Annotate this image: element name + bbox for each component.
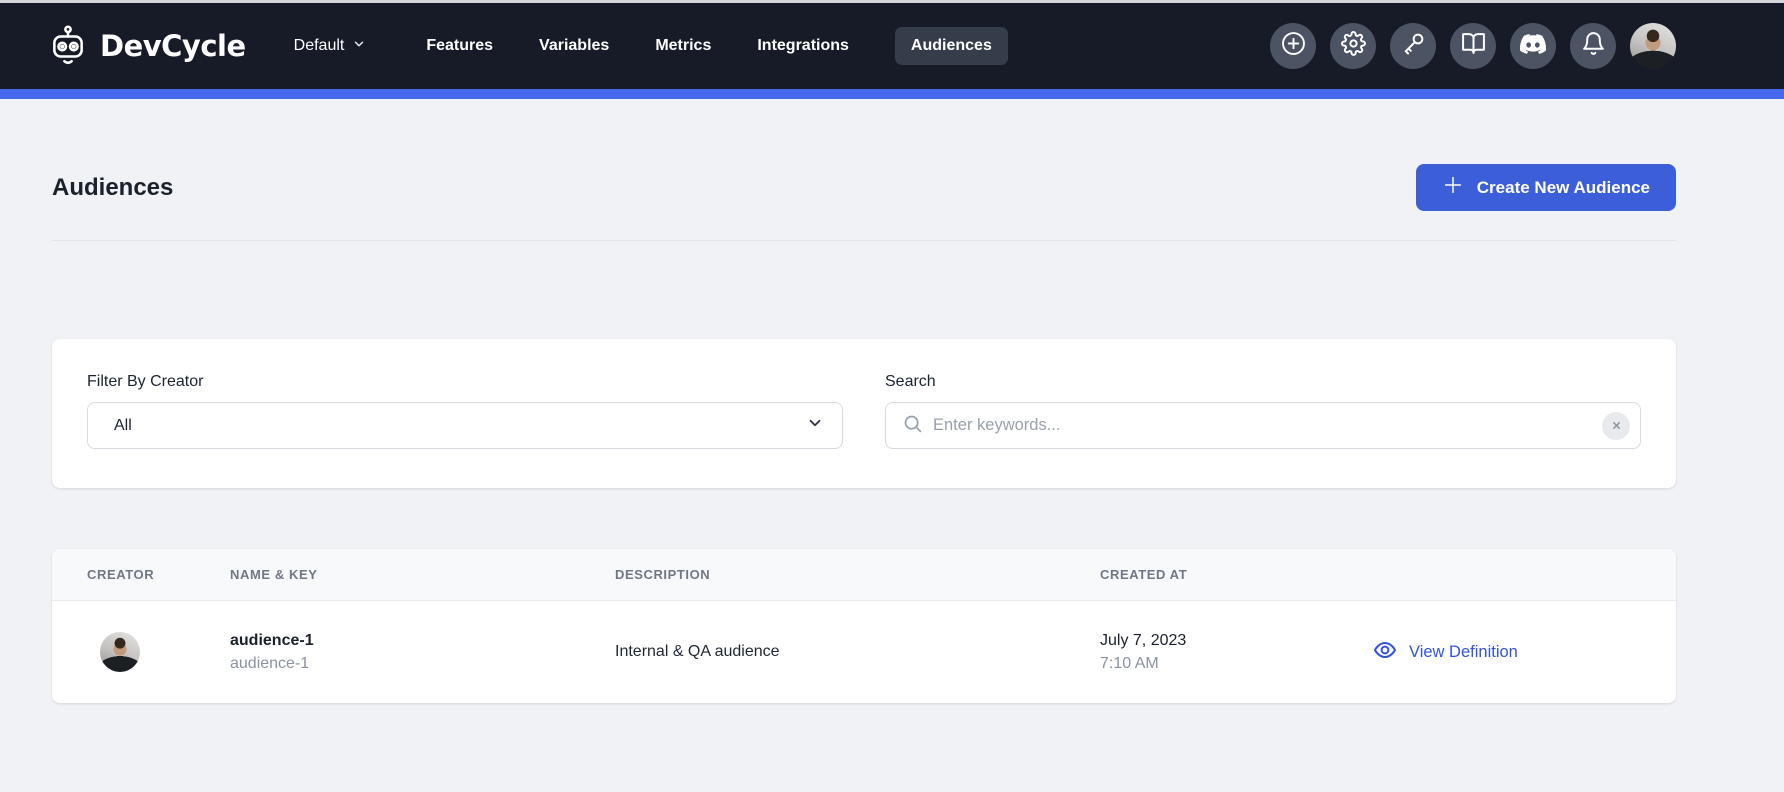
audience-name: audience-1 xyxy=(230,632,615,650)
table-row[interactable]: audience-1 audience-1 Internal & QA audi… xyxy=(52,601,1676,703)
primary-nav: Features Variables Metrics Integrations … xyxy=(426,27,1008,65)
search-field: Search xyxy=(885,373,1641,449)
chevron-down-icon xyxy=(806,414,824,437)
search-input[interactable] xyxy=(933,416,1602,435)
api-keys-button[interactable] xyxy=(1390,23,1436,69)
nav-item-variables[interactable]: Variables xyxy=(539,27,609,65)
page-header: Audiences Create New Audience xyxy=(52,164,1676,211)
bell-icon xyxy=(1581,31,1606,61)
eye-icon xyxy=(1373,638,1397,667)
top-navbar: DevCycle Default Features Variables Metr… xyxy=(0,3,1784,89)
documentation-button[interactable] xyxy=(1450,23,1496,69)
search-icon xyxy=(902,413,923,439)
created-time: 7:10 AM xyxy=(1100,655,1373,673)
accent-bar xyxy=(0,89,1784,99)
column-header-creator: Creator xyxy=(87,567,230,582)
created-date: July 7, 2023 xyxy=(1100,632,1373,650)
create-new-audience-label: Create New Audience xyxy=(1477,178,1650,198)
notifications-button[interactable] xyxy=(1570,23,1616,69)
settings-button[interactable] xyxy=(1330,23,1376,69)
search-box xyxy=(885,402,1641,449)
name-key-cell: audience-1 audience-1 xyxy=(230,632,615,673)
project-selector-value: Default xyxy=(294,37,345,55)
nav-item-audiences[interactable]: Audiences xyxy=(895,27,1008,65)
search-clear-button[interactable] xyxy=(1602,412,1630,440)
header-divider xyxy=(52,240,1676,241)
main-content: Audiences Create New Audience Filter By … xyxy=(52,164,1676,703)
nav-item-features[interactable]: Features xyxy=(426,27,493,65)
column-header-description: Description xyxy=(615,567,1100,582)
discord-icon xyxy=(1520,31,1546,62)
nav-item-metrics[interactable]: Metrics xyxy=(655,27,711,65)
created-at-cell: July 7, 2023 7:10 AM xyxy=(1100,632,1373,673)
brand-wordmark: DevCycle xyxy=(100,29,246,63)
chevron-down-icon xyxy=(352,37,366,56)
creator-filter-select[interactable]: All xyxy=(87,402,843,449)
filter-card: Filter By Creator All Search xyxy=(52,339,1676,488)
table-header-row: Creator Name & Key Description Created A… xyxy=(52,549,1676,601)
key-icon xyxy=(1401,31,1426,61)
create-new-button[interactable] xyxy=(1270,23,1316,69)
plus-icon xyxy=(1442,174,1464,201)
creator-filter-value: All xyxy=(114,417,806,435)
creator-avatar xyxy=(100,632,140,672)
discord-button[interactable] xyxy=(1510,23,1556,69)
audience-key: audience-1 xyxy=(230,655,615,673)
creator-filter-label: Filter By Creator xyxy=(87,373,843,391)
nav-item-integrations[interactable]: Integrations xyxy=(757,27,849,65)
creator-filter-field: Filter By Creator All xyxy=(87,373,843,449)
search-label: Search xyxy=(885,373,1641,391)
navbar-icon-group xyxy=(1270,23,1676,69)
gear-icon xyxy=(1341,31,1366,61)
actions-cell: View Definition xyxy=(1373,638,1676,667)
project-selector[interactable]: Default xyxy=(294,37,367,56)
creator-cell xyxy=(87,632,230,672)
user-avatar[interactable] xyxy=(1630,23,1676,69)
devcycle-logo[interactable]: DevCycle xyxy=(50,25,246,67)
view-definition-link[interactable]: View Definition xyxy=(1373,638,1518,667)
page-title: Audiences xyxy=(52,174,173,202)
column-header-created-at: Created At xyxy=(1100,567,1373,582)
description-cell: Internal & QA audience xyxy=(615,643,1100,661)
column-header-name-key: Name & Key xyxy=(230,567,615,582)
devcycle-robot-icon xyxy=(50,25,86,67)
book-icon xyxy=(1461,31,1486,61)
audiences-table: Creator Name & Key Description Created A… xyxy=(52,549,1676,703)
plus-circle-icon xyxy=(1280,30,1307,62)
view-definition-label: View Definition xyxy=(1409,643,1518,662)
create-new-audience-button[interactable]: Create New Audience xyxy=(1416,164,1676,211)
